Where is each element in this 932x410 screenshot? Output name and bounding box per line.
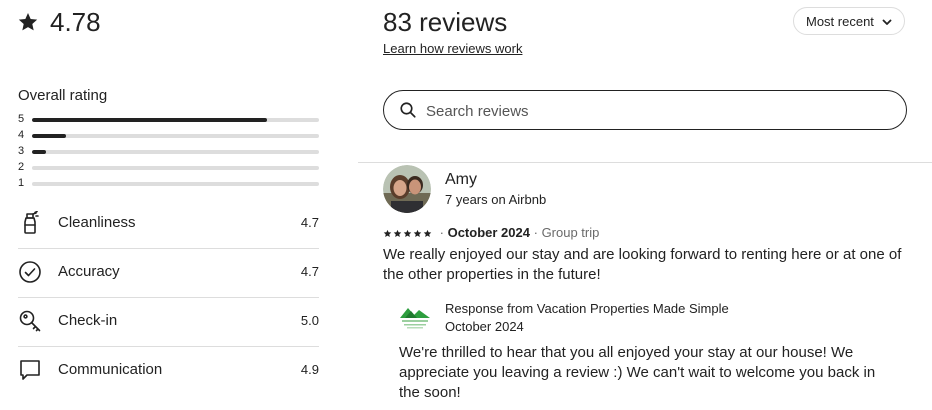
histogram-star-label: 1 [18,177,25,189]
host-logo-icon [400,308,430,329]
search-reviews-box[interactable] [383,90,907,130]
meta-separator: · [533,225,538,240]
review-body-text: We really enjoyed our stay and are looki… [383,246,902,283]
avatar[interactable] [383,165,431,213]
histogram-star-label: 4 [18,129,25,141]
star-icon [413,229,422,237]
chevron-down-icon [882,19,892,25]
histogram-row: 1 [18,177,319,191]
histogram-row: 2 [18,161,319,175]
category-label: Accuracy [58,263,120,280]
category-label: Cleanliness [58,214,136,231]
histogram-row: 4 [18,129,319,143]
category-label: Check-in [58,312,118,329]
histogram-star-label: 3 [18,145,25,157]
category-cleanliness: Cleanliness 4.7 [18,199,319,249]
spray-bottle-icon [24,211,39,234]
category-communication: Communication 4.9 [18,346,319,395]
category-score: 4.9 [300,362,319,377]
check-circle-icon [19,261,41,283]
review-meta: · October 2024 · Group trip [383,225,599,241]
star-icon [393,229,402,237]
histogram-track [32,166,319,170]
histogram-star-label: 5 [18,113,25,125]
histogram-track [32,134,319,138]
search-input[interactable] [424,99,888,123]
sort-dropdown-button[interactable]: Most recent [793,7,905,35]
category-score: 4.7 [300,264,319,279]
category-accuracy: Accuracy 4.7 [18,248,319,298]
histogram-star-label: 2 [18,161,25,173]
review-date: October 2024 [447,225,530,240]
search-icon [400,102,416,118]
star-icon [383,229,392,237]
meta-separator: · [439,225,444,240]
host-response-title: Response from Vacation Properties Made S… [445,301,729,316]
category-score: 4.7 [300,215,319,230]
category-check-in: Check-in 5.0 [18,297,319,347]
histogram-fill [32,118,268,122]
histogram-fill [32,150,47,154]
histogram-track [32,150,319,154]
histogram-track [32,118,319,122]
histogram-row: 5 [18,113,319,127]
key-icon [19,310,41,332]
overall-rating-value: 4.78 [50,7,101,37]
review-stars [383,226,433,242]
histogram-track [32,182,319,186]
reviewer-tenure: 7 years on Airbnb [445,192,547,207]
star-icon [18,13,38,31]
learn-how-reviews-work-link[interactable]: Learn how reviews work [383,41,522,57]
reviews-count-title: 83 reviews [383,7,508,37]
histogram-fill [32,134,67,138]
trip-type: Group trip [541,225,600,240]
host-response-body: We're thrilled to hear that you all enjo… [399,344,876,401]
star-icon [423,229,432,237]
category-label: Communication [58,361,163,378]
reviewer-name[interactable]: Amy [445,170,477,190]
section-divider [358,162,932,163]
category-score: 5.0 [300,313,319,328]
star-icon [403,229,412,237]
overall-rating-title: Overall rating [18,87,108,104]
chat-bubble-icon [20,360,40,380]
host-response-date: October 2024 [445,319,524,334]
sort-label: Most recent [806,14,874,29]
histogram-row: 3 [18,145,319,159]
